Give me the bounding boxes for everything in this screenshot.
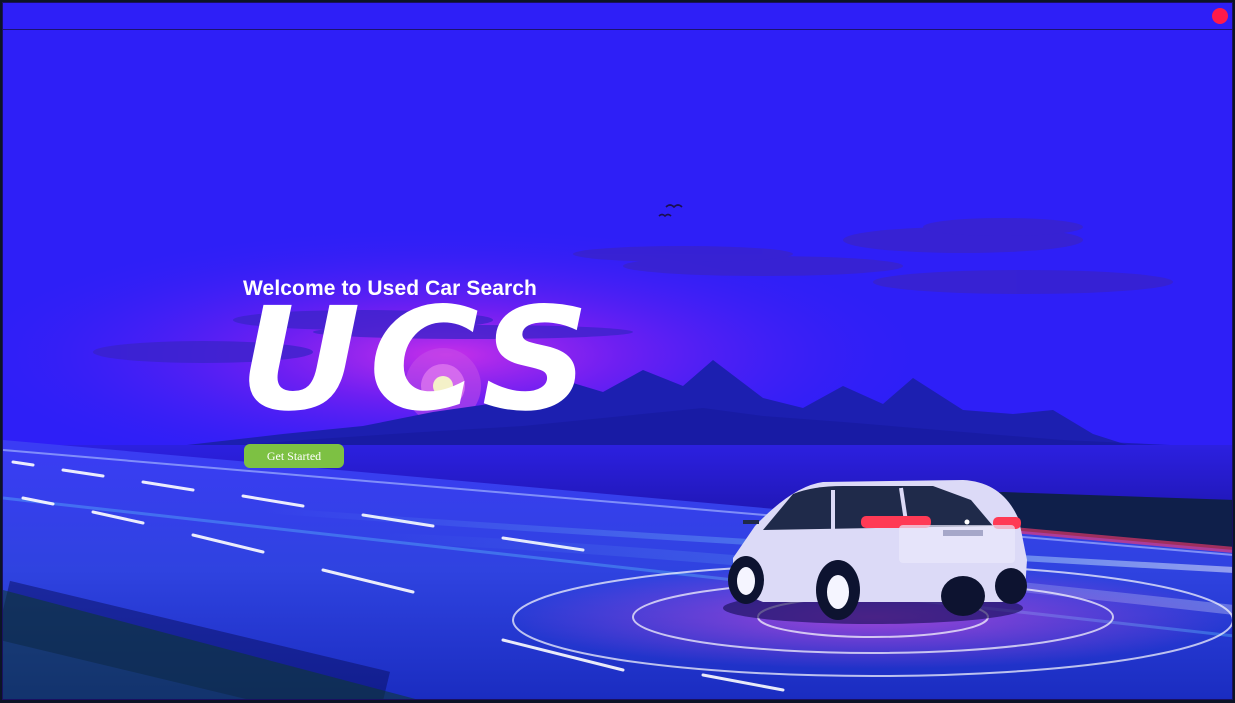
hero-background (3, 30, 1232, 699)
ucs-logo: UCS (239, 277, 598, 443)
get-started-button[interactable]: Get Started (244, 444, 344, 468)
hero-illustration (3, 30, 1232, 699)
app-window: Welcome to Used Car Search UCS Get Start… (2, 2, 1233, 700)
close-icon[interactable] (1212, 8, 1228, 24)
title-bar[interactable] (3, 3, 1232, 30)
